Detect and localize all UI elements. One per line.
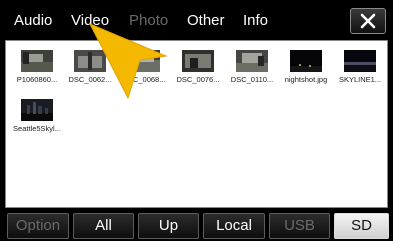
file-name: Seattle5Skyl...	[13, 124, 61, 133]
file-name: DSC_0062...	[68, 75, 112, 84]
file-name: DSC_0110...	[230, 75, 274, 84]
image-thumbnail	[21, 50, 53, 72]
all-button[interactable]: All	[73, 213, 134, 239]
file-item[interactable]: DSC_0110...	[225, 43, 279, 91]
usb-button[interactable]: USB	[269, 213, 330, 239]
tab-video[interactable]: Video	[71, 9, 109, 33]
file-list-panel[interactable]: P1060860... DSC_0062... DSC_0068... DSC_…	[5, 40, 388, 208]
file-item[interactable]: DSC_0076...	[171, 43, 225, 91]
close-button[interactable]	[350, 8, 386, 34]
image-thumbnail	[344, 50, 376, 72]
image-thumbnail	[21, 99, 53, 121]
tab-audio[interactable]: Audio	[14, 9, 52, 33]
image-thumbnail	[182, 50, 214, 72]
file-name: DSC_0068...	[122, 75, 166, 84]
media-browser-screen: Audio Video Photo Other Info P1060860...	[0, 0, 393, 241]
file-name: nightshot.jpg	[284, 75, 328, 84]
option-button[interactable]: Option	[7, 213, 69, 239]
file-name: P1060860...	[16, 75, 58, 84]
tab-other[interactable]: Other	[187, 9, 225, 33]
file-item[interactable]: SKYLINE1...	[333, 43, 387, 91]
file-name: DSC_0076...	[176, 75, 220, 84]
close-x-icon	[360, 13, 376, 29]
image-thumbnail	[236, 50, 268, 72]
local-button[interactable]: Local	[203, 213, 265, 239]
image-thumbnail	[74, 50, 106, 72]
file-item[interactable]: DSC_0068...	[117, 43, 171, 91]
tab-photo[interactable]: Photo	[129, 9, 168, 33]
tab-info[interactable]: Info	[243, 9, 268, 33]
bottom-toolbar: Option All Up Local USB SD	[0, 208, 393, 241]
image-thumbnail	[290, 50, 322, 72]
image-thumbnail	[128, 50, 160, 72]
file-item[interactable]: P1060860...	[10, 43, 64, 91]
sd-button[interactable]: SD	[334, 213, 389, 239]
file-name: SKYLINE1...	[338, 75, 382, 84]
up-button[interactable]: Up	[138, 213, 199, 239]
file-item[interactable]: nightshot.jpg	[279, 43, 333, 91]
category-tab-bar: Audio Video Photo Other Info	[0, 0, 393, 40]
file-item[interactable]: Seattle5Skyl...	[10, 92, 64, 140]
file-item[interactable]: DSC_0062...	[63, 43, 117, 91]
